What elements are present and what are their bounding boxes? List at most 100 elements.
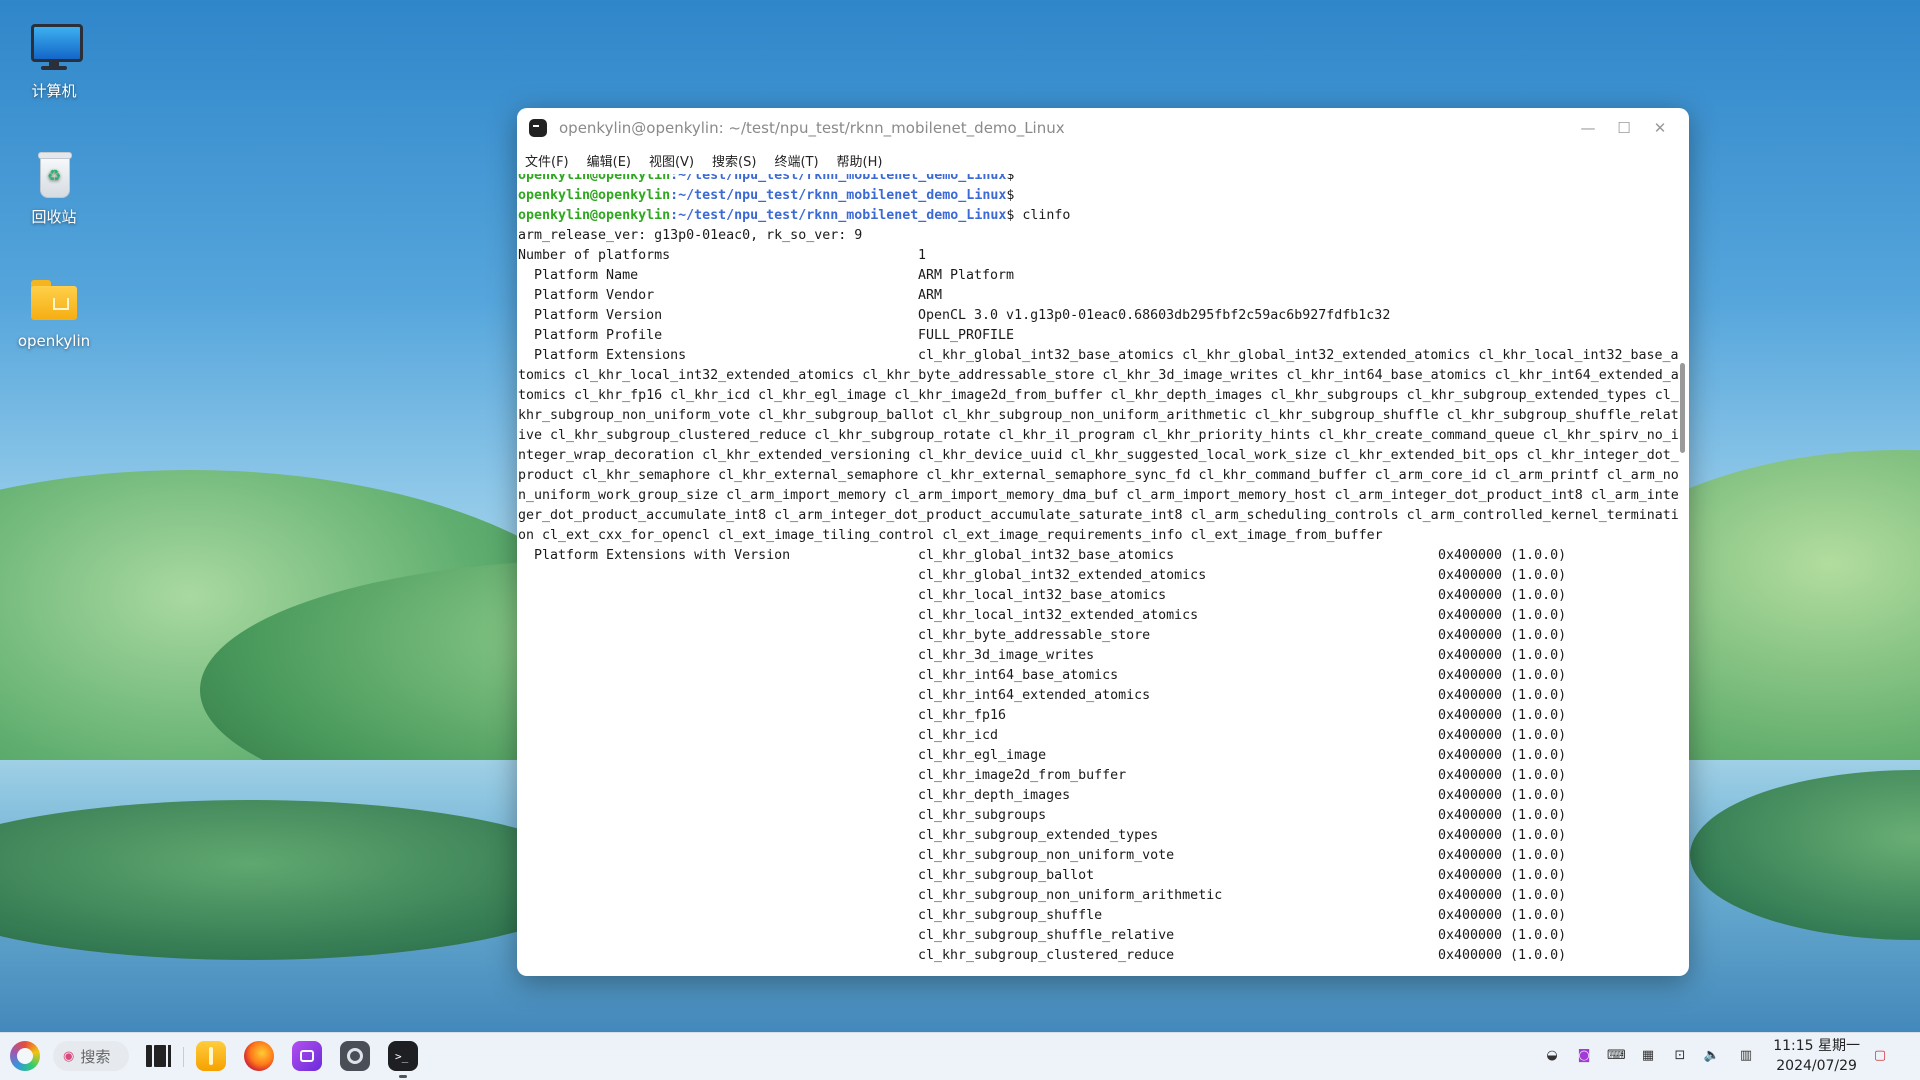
window-titlebar[interactable]: openkylin@openkylin: ~/test/npu_test/rkn… — [517, 108, 1689, 148]
output-line: ive cl_khr_subgroup_clustered_reduce cl_… — [518, 428, 1679, 443]
info-key: Platform Vendor — [518, 288, 655, 303]
extension-version: 0x400000 (1.0.0) — [1438, 928, 1567, 943]
extension-version: 0x400000 (1.0.0) — [1438, 628, 1567, 643]
info-row: Number of platforms 1 — [518, 246, 1679, 266]
extension-version: 0x400000 (1.0.0) — [1438, 668, 1567, 683]
extension-version: 0x400000 (1.0.0) — [1438, 768, 1567, 783]
clock[interactable]: 11:15 星期一 2024/07/29 — [1773, 1036, 1860, 1076]
minimize-icon: — — [1580, 119, 1596, 137]
status-icon[interactable]: ◒ — [1543, 1047, 1561, 1065]
extension-version: 0x400000 (1.0.0) — [1438, 648, 1567, 663]
extension-version-row: cl_khr_subgroup_clustered_reduce 0x400000… — [518, 946, 1679, 966]
search-box[interactable]: ◉ 搜索 — [53, 1041, 129, 1071]
settings-icon[interactable] — [340, 1041, 370, 1071]
network-icon[interactable]: ⊡ — [1671, 1047, 1689, 1065]
prompt-line: openkylin@openkylin:~/test/npu_test/rknn… — [518, 206, 1679, 226]
menu-bar: 文件(F) 编辑(E) 视图(V) 搜索(S) 终端(T) 帮助(H) — [517, 148, 1689, 172]
info-value: ARM Platform — [918, 268, 1015, 283]
terminal-scrollbar[interactable] — [1680, 363, 1685, 453]
menu-help[interactable]: 帮助(H) — [837, 151, 883, 170]
info-value: ARM — [918, 288, 943, 303]
prompt-symbol: $ — [1006, 174, 1015, 183]
firefox-icon[interactable] — [244, 1041, 274, 1071]
extension-name: cl_khr_global_int32_base_atomics — [918, 548, 1175, 563]
menu-edit[interactable]: 编辑(E) — [587, 151, 631, 170]
desktop-icon-home-folder[interactable]: openkylin — [9, 272, 99, 350]
desktop-icon-computer[interactable]: 计算机 — [9, 20, 99, 101]
menu-view[interactable]: 视图(V) — [649, 151, 694, 170]
output-line: nteger_wrap_decoration cl_khr_extended_v… — [518, 448, 1679, 463]
extension-version: 0x400000 (1.0.0) — [1438, 908, 1567, 923]
extension-version-row: cl_khr_local_int32_base_atomics 0x400000 … — [518, 586, 1679, 606]
extension-version-row: cl_khr_local_int32_extended_atomics 0x400… — [518, 606, 1679, 626]
info-key: Platform Version — [518, 308, 663, 323]
extension-version: 0x400000 (1.0.0) — [1438, 948, 1567, 963]
output-line: tomics cl_khr_local_int32_extended_atomi… — [518, 368, 1679, 383]
keyboard-icon[interactable]: ⌨ — [1607, 1047, 1626, 1065]
input-method-icon[interactable]: ▦ — [1639, 1047, 1657, 1065]
menu-file[interactable]: 文件(F) — [525, 151, 569, 170]
desktop-icon-label: 回收站 — [31, 208, 77, 226]
extension-name: cl_khr_subgroup_clustered_reduce — [918, 948, 1175, 963]
desktop-icon-recycle-bin[interactable]: ♻ 回收站 — [9, 146, 99, 227]
extension-name: cl_khr_int64_extended_atomics — [918, 688, 1151, 703]
extension-version-row: cl_khr_int64_base_atomics 0x400000 (1.0.0… — [518, 666, 1679, 686]
extension-version-row: cl_khr_global_int32_extended_atomics 0x40… — [518, 566, 1679, 586]
clock-date: 2024/07/29 — [1776, 1058, 1857, 1074]
file-manager-icon[interactable] — [196, 1041, 226, 1071]
minimize-button[interactable]: — — [1571, 114, 1605, 142]
terminal-icon[interactable]: >_ — [388, 1041, 418, 1071]
extension-version: 0x400000 (1.0.0) — [1438, 728, 1567, 743]
desktop-icon-label: 计算机 — [31, 82, 77, 100]
extension-version: 0x400000 (1.0.0) — [1438, 588, 1567, 603]
terminal-output[interactable]: openkylin@openkylin:~/test/npu_test/rknn… — [517, 174, 1679, 976]
extension-name: cl_khr_subgroup_shuffle_relative — [918, 928, 1175, 943]
info-value: FULL_PROFILE — [918, 328, 1015, 343]
storage-icon[interactable]: ▥ — [1737, 1047, 1755, 1065]
camera-icon[interactable]: ◙ — [1575, 1047, 1593, 1065]
kylin-start-icon[interactable] — [10, 1041, 40, 1071]
notification-icon[interactable]: ▢ — [1871, 1047, 1889, 1065]
extension-version: 0x400000 (1.0.0) — [1438, 748, 1567, 763]
extension-version: 0x400000 (1.0.0) — [1438, 688, 1567, 703]
maximize-icon: ☐ — [1617, 119, 1631, 137]
clock-time: 11:15 星期一 — [1773, 1038, 1860, 1054]
volume-icon[interactable]: 🔈 — [1703, 1047, 1721, 1065]
output-line: khr_subgroup_non_uniform_vote cl_khr_sub… — [518, 408, 1679, 423]
prompt-path: :~/test/npu_test/rknn_mobilenet_demo_Lin… — [670, 208, 1007, 223]
extension-version-row: Platform Extensions with Version cl_khr_g… — [518, 546, 1679, 566]
prompt-symbol: $ — [1006, 188, 1015, 203]
extension-version-row: cl_khr_fp16 0x400000 (1.0.0) — [518, 706, 1679, 726]
close-button[interactable]: ✕ — [1643, 114, 1677, 142]
info-value: cl_khr_global_int32_base_atomics cl_khr_… — [918, 348, 1679, 363]
taskbar-divider — [183, 1047, 184, 1067]
prompt-line: openkylin@openkylin:~/test/npu_test/rknn… — [518, 174, 1679, 186]
info-key: Platform Extensions — [518, 348, 687, 363]
output-line: n_uniform_work_group_size cl_arm_import_… — [518, 488, 1679, 503]
output-line: arm_release_ver: g13p0-01eac0, rk_so_ver… — [518, 228, 863, 243]
menu-search[interactable]: 搜索(S) — [712, 151, 756, 170]
extension-name: cl_khr_int64_base_atomics — [918, 668, 1119, 683]
maximize-button[interactable]: ☐ — [1607, 114, 1641, 142]
info-value: OpenCL 3.0 v1.g13p0-01eac0.68603db295fbf… — [918, 308, 1391, 323]
desktop-icon-label: openkylin — [17, 332, 91, 350]
extension-version: 0x400000 (1.0.0) — [1438, 828, 1567, 843]
extension-name: cl_khr_icd — [918, 728, 999, 743]
search-icon: ◉ — [63, 1048, 75, 1064]
extension-name: cl_khr_global_int32_extended_atomics — [918, 568, 1207, 583]
menu-terminal[interactable]: 终端(T) — [774, 151, 818, 170]
extension-name: cl_khr_local_int32_extended_atomics — [918, 608, 1199, 623]
extension-version-row: cl_khr_subgroup_ballot 0x400000 (1.0.0) — [518, 866, 1679, 886]
computer-icon — [27, 20, 83, 74]
extension-version-row: cl_khr_depth_images 0x400000 (1.0.0) — [518, 786, 1679, 806]
screenshot-icon[interactable] — [292, 1041, 322, 1071]
terminal-window[interactable]: openkylin@openkylin: ~/test/npu_test/rkn… — [517, 108, 1689, 976]
info-row: Platform Vendor ARM — [518, 286, 1679, 306]
multitask-view-icon[interactable] — [143, 1041, 173, 1071]
search-placeholder: 搜索 — [80, 1047, 111, 1066]
info-value: 1 — [918, 248, 927, 263]
prompt-line: openkylin@openkylin:~/test/npu_test/rknn… — [518, 186, 1679, 206]
info-key: Platform Profile — [518, 328, 663, 343]
output-line: ger_dot_product_accumulate_int8 cl_arm_i… — [518, 508, 1679, 523]
extension-version: 0x400000 (1.0.0) — [1438, 608, 1567, 623]
